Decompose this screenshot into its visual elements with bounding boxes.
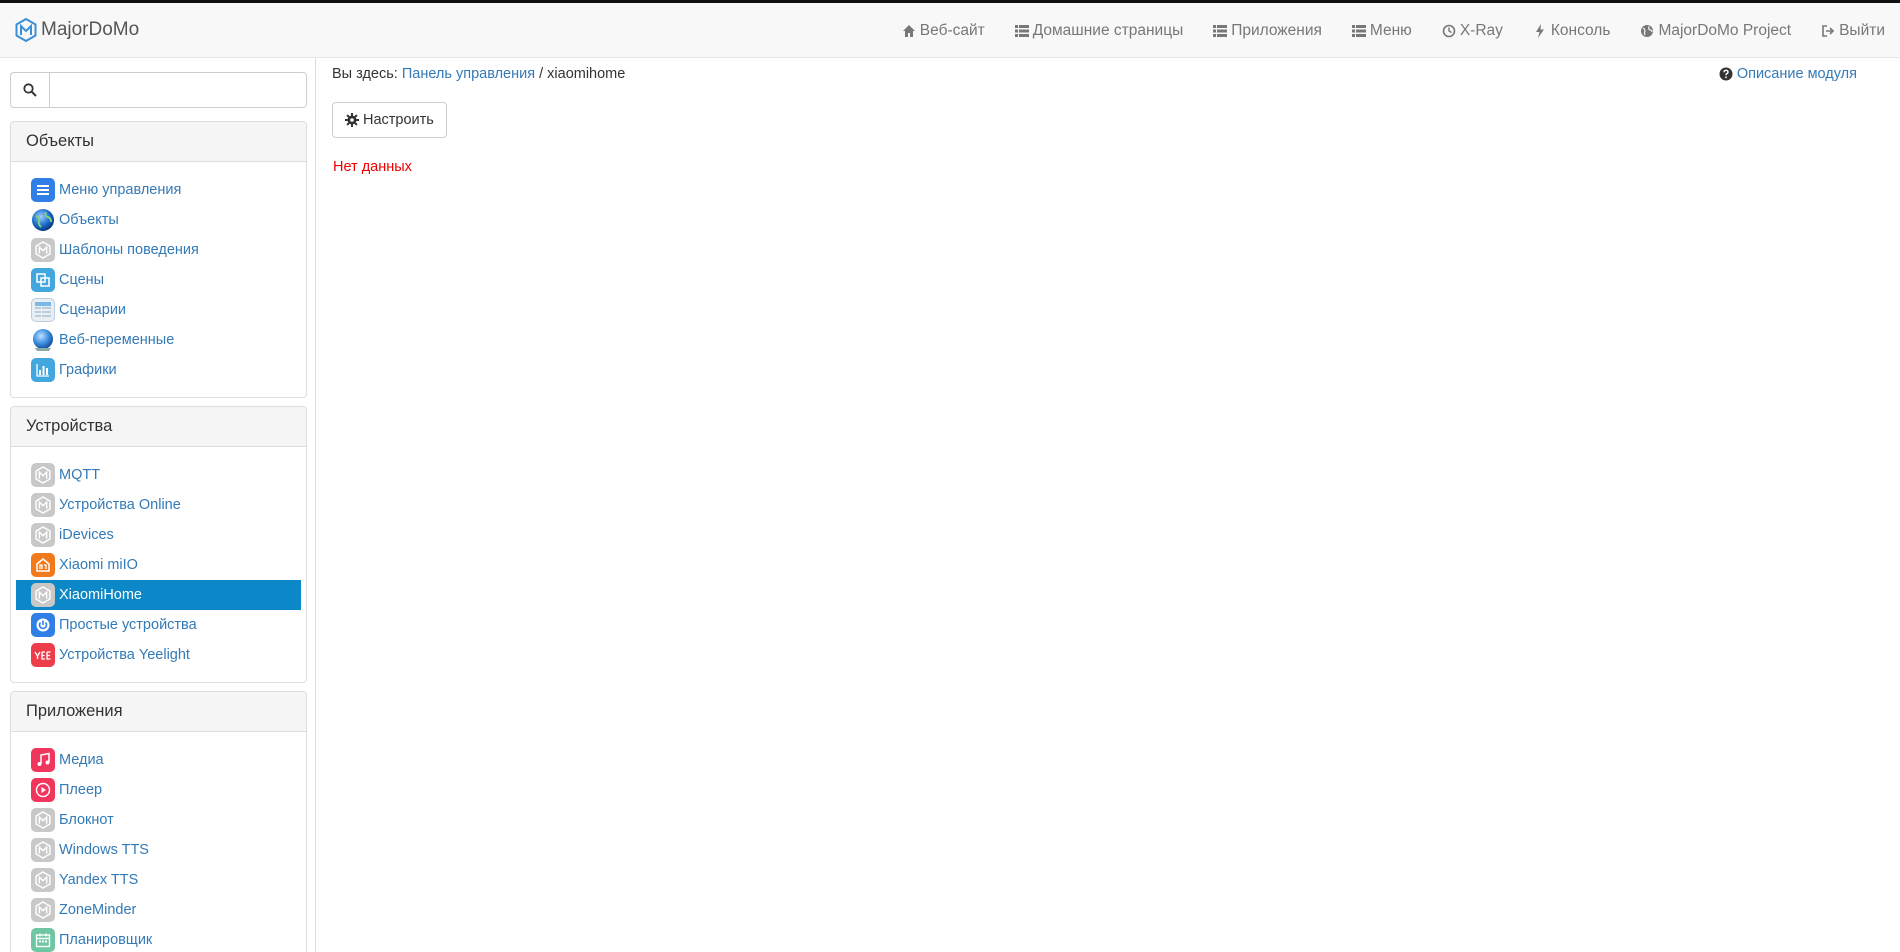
sidebar-item-mqtt[interactable]: MQTT <box>16 460 301 490</box>
panel-objects: Объекты Меню управления Объекты Шаблоны … <box>10 121 307 398</box>
nav-menu[interactable]: Меню <box>1337 3 1427 58</box>
calendar-icon <box>31 928 55 952</box>
nav-console[interactable]: Консоль <box>1518 3 1626 58</box>
clock-icon <box>1442 24 1456 37</box>
scenes-icon <box>31 268 55 292</box>
mi-home-icon <box>31 553 55 577</box>
module-icon <box>31 493 55 517</box>
sidebar-item-yeelight[interactable]: Устройства Yeelight <box>16 640 301 670</box>
setup-button-label: Настроить <box>363 112 434 128</box>
breadcrumb-link-control-panel[interactable]: Панель управления <box>402 66 535 82</box>
sidebar-item-xiaomi-miio[interactable]: Xiaomi miIO <box>16 550 301 580</box>
logout-icon <box>1822 24 1835 37</box>
module-icon <box>31 808 55 832</box>
module-icon <box>31 583 55 607</box>
sidebar-item-control-menu[interactable]: Меню управления <box>16 175 301 205</box>
search-icon <box>23 83 37 97</box>
module-icon <box>31 898 55 922</box>
power-icon <box>31 613 55 637</box>
breadcrumb-separator: / <box>539 66 544 82</box>
nav-xray[interactable]: X-Ray <box>1427 3 1518 58</box>
sidebar-item-yandex-tts[interactable]: Yandex TTS <box>16 865 301 895</box>
sidebar-item-idevices[interactable]: iDevices <box>16 520 301 550</box>
sidebar-item-windows-tts[interactable]: Windows TTS <box>16 835 301 865</box>
module-help: Описание модуля <box>1719 66 1857 82</box>
table-icon <box>31 298 55 322</box>
gear-icon <box>345 113 359 127</box>
globe-icon <box>1641 24 1654 37</box>
menu-icon <box>31 178 55 202</box>
list-icon <box>1213 24 1228 37</box>
sidebar-item-web-variables[interactable]: Веб-переменные <box>16 325 301 355</box>
sidebar-item-zoneminder[interactable]: ZoneMinder <box>16 895 301 925</box>
module-icon <box>31 523 55 547</box>
sidebar-item-scenarios[interactable]: Сценарии <box>16 295 301 325</box>
panel-objects-title: Объекты <box>11 122 306 162</box>
top-navbar: MajorDoMo Веб-сайт Домашние страницы При… <box>0 0 1900 58</box>
no-data-message: Нет данных <box>333 159 412 175</box>
top-nav: Веб-сайт Домашние страницы Приложения Ме… <box>887 3 1900 58</box>
breadcrumb-prefix: Вы здесь: <box>332 66 398 82</box>
panel-devices: Устройства MQTT Устройства Online iDevic… <box>10 406 307 683</box>
nav-majordomo-project[interactable]: MajorDoMo Project <box>1625 3 1806 58</box>
chart-icon <box>31 358 55 382</box>
sidebar: Объекты Меню управления Объекты Шаблоны … <box>0 58 316 952</box>
list-icon <box>1351 24 1366 37</box>
module-icon <box>31 868 55 892</box>
nav-home-pages[interactable]: Домашние страницы <box>1000 3 1198 58</box>
sidebar-item-xiaomihome[interactable]: XiaomiHome <box>16 580 301 610</box>
panel-apps: Приложения Медиа Плеер Блокнот Windows T… <box>10 691 307 952</box>
panel-devices-title: Устройства <box>11 407 306 447</box>
yeelight-icon <box>31 643 55 667</box>
search-input[interactable] <box>49 72 307 108</box>
main-content: Вы здесь: Панель управления / xiaomihome… <box>332 58 1882 952</box>
home-icon <box>902 24 915 37</box>
bolt-icon <box>1535 23 1544 38</box>
sidebar-item-objects[interactable]: Объекты <box>16 205 301 235</box>
sidebar-item-media[interactable]: Медиа <box>16 745 301 775</box>
module-icon <box>31 838 55 862</box>
sidebar-search <box>10 72 307 108</box>
sidebar-item-player[interactable]: Плеер <box>16 775 301 805</box>
module-help-link[interactable]: Описание модуля <box>1737 66 1857 82</box>
sidebar-item-notepad[interactable]: Блокнот <box>16 805 301 835</box>
sidebar-item-devices-online[interactable]: Устройства Online <box>16 490 301 520</box>
globe-icon <box>31 328 55 352</box>
panel-apps-title: Приложения <box>11 692 306 732</box>
breadcrumb-current: xiaomihome <box>547 66 626 82</box>
sidebar-item-scenes[interactable]: Сцены <box>16 265 301 295</box>
majordomo-logo-icon <box>15 18 37 42</box>
nav-website[interactable]: Веб-сайт <box>887 3 1000 58</box>
list-icon <box>1014 24 1029 37</box>
globe-icon <box>31 208 55 232</box>
music-icon <box>31 748 55 772</box>
sidebar-item-charts[interactable]: Графики <box>16 355 301 385</box>
breadcrumb: Вы здесь: Панель управления / xiaomihome <box>332 66 625 82</box>
sidebar-item-behavior-templates[interactable]: Шаблоны поведения <box>16 235 301 265</box>
play-icon <box>31 778 55 802</box>
nav-logout[interactable]: Выйти <box>1806 3 1900 58</box>
sidebar-item-scheduler[interactable]: Планировщик <box>16 925 301 952</box>
module-icon <box>31 238 55 262</box>
module-icon <box>31 463 55 487</box>
question-circle-icon <box>1719 67 1733 81</box>
brand-name: MajorDoMo <box>41 19 140 40</box>
nav-apps[interactable]: Приложения <box>1198 3 1337 58</box>
sidebar-item-simple-devices[interactable]: Простые устройства <box>16 610 301 640</box>
setup-button[interactable]: Настроить <box>332 102 447 138</box>
search-button[interactable] <box>10 72 49 108</box>
brand-link[interactable]: MajorDoMo <box>15 18 139 42</box>
